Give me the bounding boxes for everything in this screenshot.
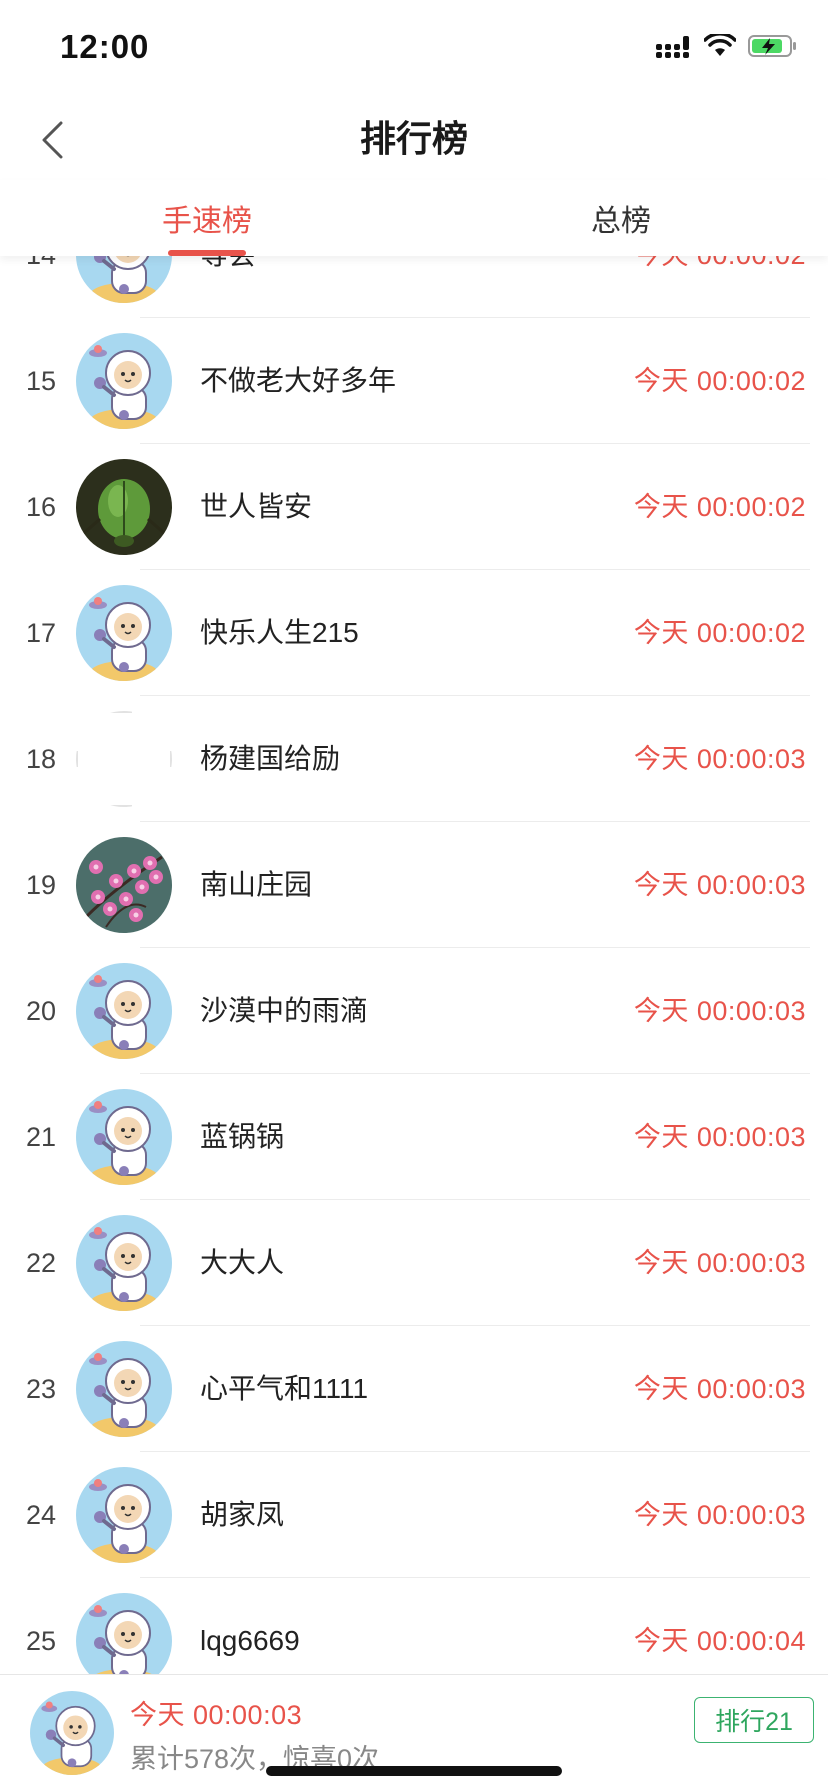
rank-number: 14 [0, 256, 82, 318]
user-name: 大大人 [200, 1247, 285, 1278]
tab-label: 手速榜 [162, 205, 252, 238]
ranking-row[interactable]: 21 蓝锅锅 今天 00:00:03 [0, 1074, 828, 1200]
record-time: 今天 00:00:03 [633, 1500, 806, 1530]
tab-bar: 手速榜 总榜 [0, 180, 828, 256]
rank-number: 21 [25, 1122, 57, 1152]
user-name: 等会 [200, 256, 256, 318]
user-avatar[interactable] [76, 1593, 172, 1674]
user-avatar[interactable] [76, 963, 172, 1059]
status-icons [656, 34, 798, 58]
ranking-row[interactable]: 22 大大人 今天 00:00:03 [0, 1200, 828, 1326]
astronaut-icon [76, 1593, 172, 1674]
rank-number: 15 [25, 366, 57, 396]
record-time: 今天 00:00:03 [633, 996, 806, 1026]
user-avatar[interactable] [76, 837, 172, 933]
user-avatar[interactable] [76, 585, 172, 681]
ranking-row[interactable]: 23 心平气和1111 今天 00:00:03 [0, 1326, 828, 1452]
tab-speed-ranking[interactable]: 手速榜 [0, 180, 414, 256]
record-time: 今天 00:00:03 [633, 1248, 806, 1278]
user-name: 杨建国给励 [200, 743, 341, 774]
rank-number: 17 [25, 618, 57, 648]
ranking-row[interactable]: 17 快乐人生215 今天 00:00:02 [0, 570, 828, 696]
rank-number: 22 [25, 1248, 57, 1278]
page-title: 排行榜 [359, 118, 468, 159]
tab-label: 总榜 [591, 205, 651, 238]
tab-overall-ranking[interactable]: 总榜 [414, 180, 828, 256]
ranking-list-content: 14等会今天 00:00:0215不做老大好多年今天 00:00:0216世人皆… [0, 256, 828, 1674]
astronaut-icon [76, 1467, 172, 1563]
rank-number: 24 [25, 1500, 57, 1530]
user-avatar[interactable] [76, 711, 172, 807]
user-avatar[interactable] [76, 1089, 172, 1185]
my-avatar [30, 1691, 114, 1775]
record-time: 今天 00:00:03 [633, 744, 806, 774]
user-name: 快乐人生215 [200, 617, 359, 648]
blossom-icon [76, 837, 172, 933]
record-time: 今天 00:00:03 [633, 870, 806, 900]
rank-number: 18 [25, 744, 57, 774]
blank-avatar-icon [76, 711, 172, 807]
user-name: lqg6669 [200, 1625, 300, 1656]
rank-number: 16 [25, 492, 57, 522]
record-time: 今天 00:00:02 [633, 492, 806, 522]
ranking-row[interactable]: 18 杨建国给励 今天 00:00:03 [0, 696, 828, 822]
user-name: 胡家凤 [200, 1499, 285, 1530]
status-bar: 12:00 [0, 0, 828, 100]
astronaut-icon [76, 963, 172, 1059]
ranking-row[interactable]: 19 南山庄园 今天 00:00:03 [0, 822, 828, 948]
battery-charging-icon [748, 35, 796, 57]
user-avatar[interactable] [76, 333, 172, 429]
record-time: 今天 00:00:02 [634, 256, 806, 318]
ranking-row[interactable]: 25 lqg6669 今天 00:00:04 [0, 1578, 828, 1674]
user-avatar[interactable] [76, 256, 172, 303]
user-avatar[interactable] [76, 1467, 172, 1563]
astronaut-icon [76, 1341, 172, 1437]
rank-number: 20 [25, 996, 57, 1026]
user-name: 世人皆安 [200, 491, 313, 522]
cellular-signal-icon [656, 36, 689, 58]
nav-bar: 排行榜 [0, 100, 828, 180]
user-name: 南山庄园 [200, 869, 313, 900]
ranking-row[interactable]: 16 世人皆安 今天 00:00:02 [0, 444, 828, 570]
user-avatar[interactable] [76, 1215, 172, 1311]
ranking-row[interactable]: 15 不做老大好多年 今天 00:00:02 [0, 318, 828, 444]
record-time: 今天 00:00:04 [633, 1626, 806, 1656]
astronaut-icon [76, 1089, 172, 1185]
ranking-row[interactable]: 24 胡家凤 今天 00:00:03 [0, 1452, 828, 1578]
astronaut-icon [30, 1691, 114, 1775]
wifi-icon [704, 34, 736, 56]
ranking-row[interactable]: 14 等会 今天 00:00:02 [0, 256, 828, 318]
tab-active-indicator [168, 250, 246, 256]
record-time: 今天 00:00:03 [633, 1374, 806, 1404]
astronaut-icon [76, 585, 172, 681]
my-rank-button[interactable]: 排行21 [694, 1697, 814, 1743]
astronaut-icon [76, 1215, 172, 1311]
my-best-time: 今天 00:00:03 [130, 1700, 303, 1730]
user-name: 蓝锅锅 [200, 1121, 285, 1152]
rank-number: 23 [25, 1374, 57, 1404]
beetle-icon [76, 459, 172, 555]
status-time: 12:00 [60, 28, 150, 65]
rank-number: 19 [25, 870, 57, 900]
ranking-list[interactable]: 14等会今天 00:00:0215不做老大好多年今天 00:00:0216世人皆… [0, 256, 828, 1674]
user-name: 心平气和1111 [200, 1373, 369, 1404]
record-time: 今天 00:00:02 [633, 618, 806, 648]
record-time: 今天 00:00:03 [633, 1122, 806, 1152]
home-indicator [266, 1766, 562, 1776]
astronaut-icon [76, 333, 172, 429]
record-time: 今天 00:00:02 [633, 366, 806, 396]
user-avatar[interactable] [76, 1341, 172, 1437]
astronaut-icon [76, 256, 172, 303]
user-name: 沙漠中的雨滴 [200, 995, 369, 1026]
ranking-row[interactable]: 20 沙漠中的雨滴 今天 00:00:03 [0, 948, 828, 1074]
user-name: 不做老大好多年 [200, 365, 397, 396]
user-avatar[interactable] [76, 459, 172, 555]
rank-number: 25 [25, 1626, 57, 1656]
